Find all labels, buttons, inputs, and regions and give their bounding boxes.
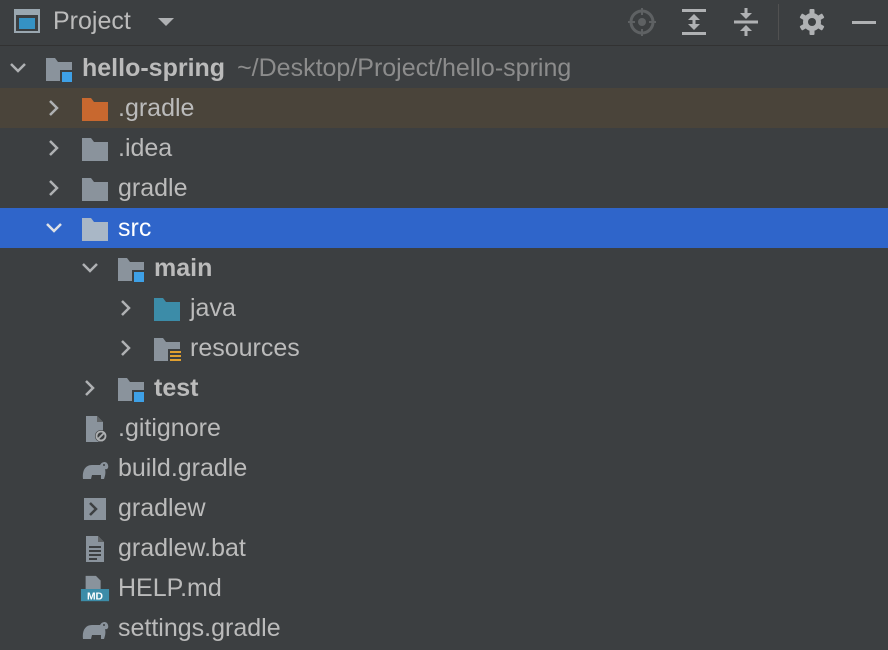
text-file-icon [86, 536, 104, 562]
tree-row-test[interactable]: test [0, 368, 888, 408]
hide-icon[interactable] [848, 6, 880, 38]
toolbar-separator [778, 4, 779, 40]
expand-all-icon[interactable] [678, 6, 710, 38]
source-folder-icon [154, 298, 180, 321]
locate-icon[interactable] [626, 6, 658, 38]
tree-row-gradlew[interactable]: gradlew [0, 488, 888, 528]
tree-row-resources[interactable]: resources [0, 328, 888, 368]
collapse-all-icon[interactable] [730, 6, 762, 38]
tree-item-label: HELP.md [118, 574, 222, 602]
project-view-title[interactable]: Project [53, 6, 131, 36]
terminal-script-icon [84, 498, 106, 520]
resources-folder-icon [154, 338, 182, 363]
gradle-elephant-icon [82, 622, 109, 639]
tree-row-settings-gradle[interactable]: settings.gradle [0, 608, 888, 648]
chevron-down-icon[interactable] [44, 218, 64, 238]
tree-item-label: test [154, 374, 199, 402]
tree-item-label: build.gradle [118, 454, 248, 482]
markdown-file-icon: MD [80, 575, 110, 602]
dropdown-icon[interactable] [157, 16, 175, 28]
tree-root-path: ~/Desktop/Project/hello-spring [237, 54, 572, 82]
tree-item-label: .gradle [118, 94, 195, 122]
tree-item-label: .gitignore [118, 414, 221, 442]
tree-item-label: resources [190, 334, 300, 362]
chevron-right-icon[interactable] [116, 298, 136, 318]
tree-row-main[interactable]: main [0, 248, 888, 288]
project-tool-window-header: Project [0, 0, 888, 46]
tree-row-src[interactable]: src [0, 208, 888, 248]
tree-item-label: main [154, 254, 213, 282]
chevron-right-icon[interactable] [44, 178, 64, 198]
tree-row-build-gradle[interactable]: build.gradle [0, 448, 888, 488]
tree-item-label: src [118, 214, 152, 242]
chevron-right-icon[interactable] [80, 378, 100, 398]
chevron-right-icon[interactable] [44, 98, 64, 118]
module-folder-icon [46, 58, 72, 82]
tree-row-help-md[interactable]: MD HELP.md [0, 568, 888, 608]
project-view-icon [14, 9, 40, 33]
chevron-down-icon[interactable] [80, 258, 100, 278]
tree-item-label: gradle [118, 174, 188, 202]
tree-row-gradlew-bat[interactable]: gradlew.bat [0, 528, 888, 568]
tree-item-label: gradlew [118, 494, 206, 522]
svg-text:MD: MD [87, 591, 103, 602]
tree-item-label: .idea [118, 134, 173, 162]
folder-icon [82, 138, 108, 161]
folder-icon [82, 218, 108, 241]
ignore-file-icon [86, 416, 107, 442]
tree-item-label: gradlew.bat [118, 534, 246, 562]
folder-icon [82, 178, 108, 201]
tree-row-idea[interactable]: .idea [0, 128, 888, 168]
tree-row-gitignore[interactable]: .gitignore [0, 408, 888, 448]
chevron-right-icon[interactable] [116, 338, 136, 358]
tree-item-label: settings.gradle [118, 614, 281, 642]
chevron-down-icon[interactable] [8, 58, 28, 78]
excluded-folder-icon [82, 98, 108, 121]
tree-row-gradle-cache[interactable]: .gradle [0, 88, 888, 128]
module-folder-icon [118, 378, 144, 402]
tree-item-label: java [190, 294, 236, 322]
module-folder-icon [118, 258, 144, 282]
tree-row-hello-spring[interactable]: hello-spring ~/Desktop/Project/hello-spri… [0, 48, 888, 88]
tree-root-label: hello-spring ~/Desktop/Project/hello-spri… [82, 54, 572, 82]
tree-row-java[interactable]: java [0, 288, 888, 328]
chevron-right-icon[interactable] [44, 138, 64, 158]
tree-row-gradle[interactable]: gradle [0, 168, 888, 208]
gradle-elephant-icon [82, 462, 109, 479]
gear-icon[interactable] [796, 6, 828, 38]
